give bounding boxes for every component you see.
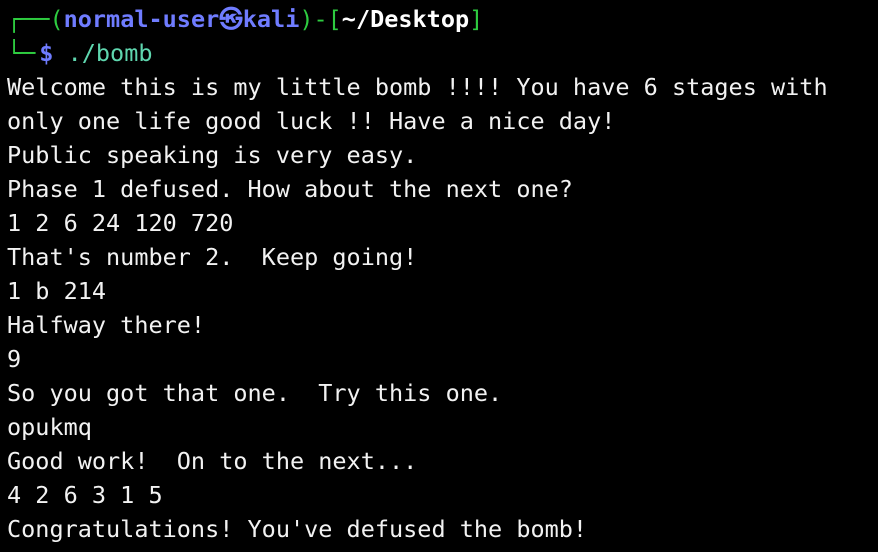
prompt-close-bracket: ] [469,5,484,33]
prompt-header-line: ┌──(normal-user ㉿ kali) -[~/Desktop] [7,2,873,36]
terminal-window[interactable]: ┌──(normal-user ㉿ kali) -[~/Desktop] └─ $ ./… [7,2,873,546]
output-line: Halfway there! [7,311,206,339]
output-line: Congratulations! You've defused the bomb… [7,515,588,543]
prompt-corner-bottom: └─ [7,39,36,67]
output-line: only one life good luck !! Have a nice d… [7,107,616,135]
prompt-separator: -[ [313,5,342,33]
output-line: 9 [7,345,22,373]
output-line: Phase 1 defused. How about the next one? [7,175,573,203]
output-line: 4 2 6 3 1 5 [7,481,163,509]
output-line: Welcome this is my little bomb !!!! You … [7,73,828,101]
prompt-dollar: $ [39,39,54,67]
output-line: So you got that one. Try this one. [7,379,503,407]
output-line: Good work! On to the next... [7,447,418,475]
output-line: That's number 2. Keep going! [7,243,418,271]
prompt-corner-top: ┌── [7,5,50,33]
prompt-at-symbol: ㉿ [219,5,243,33]
command-text: ./bomb [67,39,153,67]
prompt-host: kali [242,5,300,33]
prompt-command-line: └─ $ ./bomb [7,36,873,70]
output-line: opukmq [7,413,92,441]
output-line: 1 2 6 24 120 720 [7,209,234,237]
prompt-close-paren: ) [299,5,314,33]
prompt-user: normal-user [63,5,220,33]
prompt-open-paren: ( [49,5,64,33]
output-line: Public speaking is very easy. [7,141,418,169]
prompt-path: ~/Desktop [341,5,470,33]
output-line: 1 b 214 [7,277,107,305]
